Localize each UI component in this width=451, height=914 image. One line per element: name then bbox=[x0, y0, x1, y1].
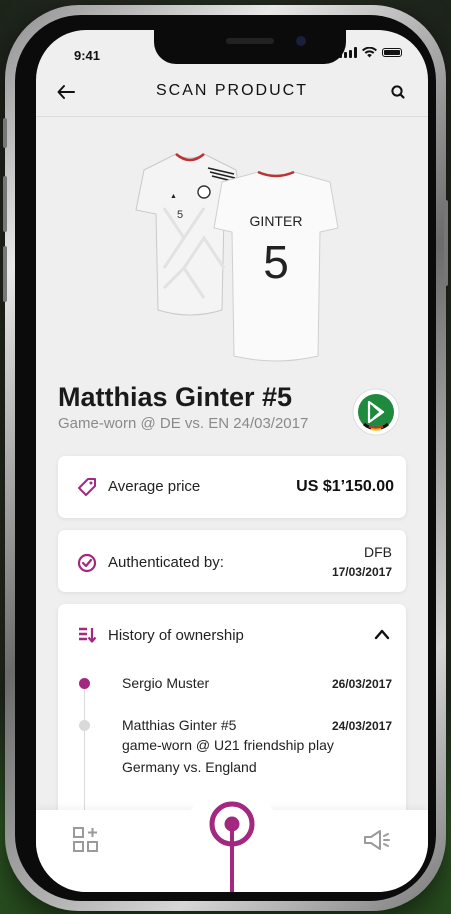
status-icons bbox=[339, 47, 402, 58]
owner-date: 24/03/2017 bbox=[331, 719, 392, 733]
jersey-front: ▲ 5 bbox=[135, 153, 243, 316]
dfb-logo-icon bbox=[352, 388, 400, 436]
check-circle-icon bbox=[77, 553, 97, 573]
timeline-dot-past bbox=[79, 720, 90, 731]
timeline-dot-current bbox=[79, 678, 90, 689]
jersey-back: GINTER 5 bbox=[213, 170, 339, 362]
chevron-up-icon[interactable] bbox=[374, 628, 390, 640]
history-label: History of ownership bbox=[108, 627, 244, 644]
add-grid-icon[interactable] bbox=[72, 826, 100, 854]
side-button-mute bbox=[3, 118, 7, 148]
jersey-back-number: 5 bbox=[263, 236, 289, 288]
svg-text:▲: ▲ bbox=[170, 193, 177, 200]
price-card[interactable]: Average price US $1’150.00 bbox=[58, 456, 406, 518]
price-value: US $1’150.00 bbox=[296, 478, 394, 495]
header: SCAN PRODUCT bbox=[36, 68, 428, 117]
history-list-icon bbox=[79, 627, 97, 643]
speaker bbox=[226, 38, 274, 44]
authentication-date: 17/03/2017 bbox=[331, 565, 392, 579]
side-button-power bbox=[444, 200, 448, 286]
product-subtitle: Game-worn @ DE vs. EN 24/03/2017 bbox=[58, 415, 309, 432]
owner-date: 26/03/2017 bbox=[331, 677, 392, 691]
product-image: ▲ 5 GINTER 5 bbox=[135, 153, 339, 362]
scan-pin-icon[interactable] bbox=[208, 800, 256, 892]
product-title: Matthias Ginter #5 bbox=[58, 382, 293, 412]
page-title: SCAN PRODUCT bbox=[155, 82, 308, 99]
authenticator-name: DFB bbox=[364, 544, 392, 560]
timeline-line bbox=[84, 678, 85, 828]
side-button-volume-down bbox=[3, 246, 7, 302]
jersey-front-number: 5 bbox=[177, 209, 183, 221]
authentication-card[interactable]: Authenticated by: DFB 17/03/2017 bbox=[58, 530, 406, 592]
jersey-back-name: GINTER bbox=[250, 213, 303, 229]
owner-description-line1: game-worn @ U21 friendship play bbox=[122, 737, 334, 753]
megaphone-icon[interactable] bbox=[362, 828, 392, 852]
search-icon[interactable] bbox=[388, 82, 408, 102]
authenticated-label: Authenticated by: bbox=[108, 554, 224, 571]
phone-screen: 9:41 SCAN PRODUCT ▲ 5 GINTER 5 Matthias … bbox=[36, 30, 428, 892]
side-button-volume-up bbox=[3, 176, 7, 232]
notch bbox=[154, 30, 346, 64]
owner-name: Matthias Ginter #5 bbox=[122, 717, 237, 733]
bottom-nav bbox=[36, 788, 428, 892]
price-label: Average price bbox=[108, 478, 201, 495]
battery-icon bbox=[382, 48, 402, 57]
owner-name: Sergio Muster bbox=[122, 675, 210, 691]
status-time: 9:41 bbox=[74, 48, 101, 63]
tag-icon bbox=[78, 478, 96, 496]
wifi-icon bbox=[362, 47, 377, 58]
front-camera bbox=[296, 36, 306, 46]
owner-description-line2: Germany vs. England bbox=[122, 759, 257, 775]
